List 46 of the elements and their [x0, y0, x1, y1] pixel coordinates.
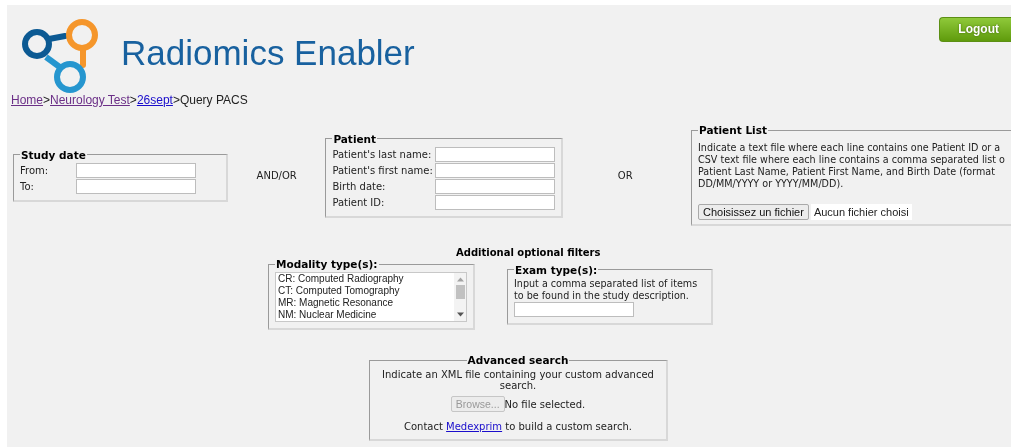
modality-listbox[interactable]: CR: Computed Radiography CT: Computed Tomography MR: Magnetic Resonance NM: Nuclear Medicine — [275, 272, 467, 322]
breadcrumb-separator: > — [43, 93, 51, 107]
or-label: OR — [616, 169, 634, 181]
fieldset-legend: Advanced search — [466, 354, 570, 366]
fieldset-legend: Patient List — [698, 124, 768, 136]
list-option[interactable]: MR: Magnetic Resonance — [278, 297, 454, 309]
fieldset-legend: Modality type(s): — [275, 258, 379, 270]
list-option[interactable]: NM: Nuclear Medicine — [278, 309, 454, 321]
text-field[interactable] — [434, 178, 555, 194]
field-label: Birth date: — [332, 180, 387, 192]
advanced-search-hint: Indicate an XML file containing your custom advanced search. — [381, 369, 655, 391]
medexprim-link[interactable]: Medexprim — [446, 421, 503, 432]
choose-file-button[interactable]: Choisissez un fichier — [698, 204, 809, 220]
list-option[interactable]: CT: Computed Tomography — [278, 285, 454, 297]
exam-type-hint: Input a comma separated list of items to be found in the study description. — [514, 277, 698, 301]
field-label: Patient's first name: — [332, 164, 433, 176]
text-field[interactable] — [434, 194, 555, 210]
file-status: No file selected. — [504, 398, 586, 410]
scrollbar[interactable] — [454, 273, 466, 321]
breadcrumb-current: Query PACS — [179, 93, 248, 107]
text-field[interactable] — [434, 162, 555, 178]
breadcrumb-link[interactable]: 26sept — [136, 93, 173, 107]
field-label: To: — [20, 180, 35, 192]
patient-list-description: Indicate a text file where each line contains one Patient ID or a CSV text file where each line contains a comma separated list o Patient Last Name, Patient First Name, and Birth Date (format DD/MM/YYYY or YYYY/MM/DD). — [698, 142, 1005, 190]
scroll-up-icon[interactable] — [456, 277, 464, 282]
fieldset-legend: Patient — [332, 132, 378, 145]
contact-text: Contact Medexprim to build a custom search. — [403, 421, 633, 432]
text-field[interactable] — [434, 146, 555, 162]
fieldset-legend: Exam type(s): — [514, 263, 599, 276]
section-heading: Additional optional filters — [456, 247, 602, 258]
file-status: Aucun fichier choisi — [810, 204, 912, 220]
breadcrumb-link[interactable]: Neurology Test — [50, 93, 130, 107]
scroll-down-icon[interactable] — [456, 312, 464, 317]
and-or-label: AND/OR — [255, 169, 298, 181]
breadcrumb-link[interactable]: Home — [11, 93, 43, 107]
field-label: Patient ID: — [332, 196, 386, 208]
list-option[interactable]: CR: Computed Radiography — [278, 273, 454, 285]
text-field[interactable] — [75, 162, 196, 178]
fieldset-legend: Study date — [20, 148, 87, 161]
breadcrumb-separator: > — [172, 93, 180, 107]
field-label: From: — [20, 164, 50, 176]
breadcrumb-separator: > — [129, 93, 137, 107]
field-label: Patient's last name: — [332, 148, 433, 160]
app-title: Radiomics Enabler — [121, 33, 415, 73]
exam-type-field[interactable] — [514, 301, 634, 317]
text-field[interactable] — [75, 178, 196, 194]
